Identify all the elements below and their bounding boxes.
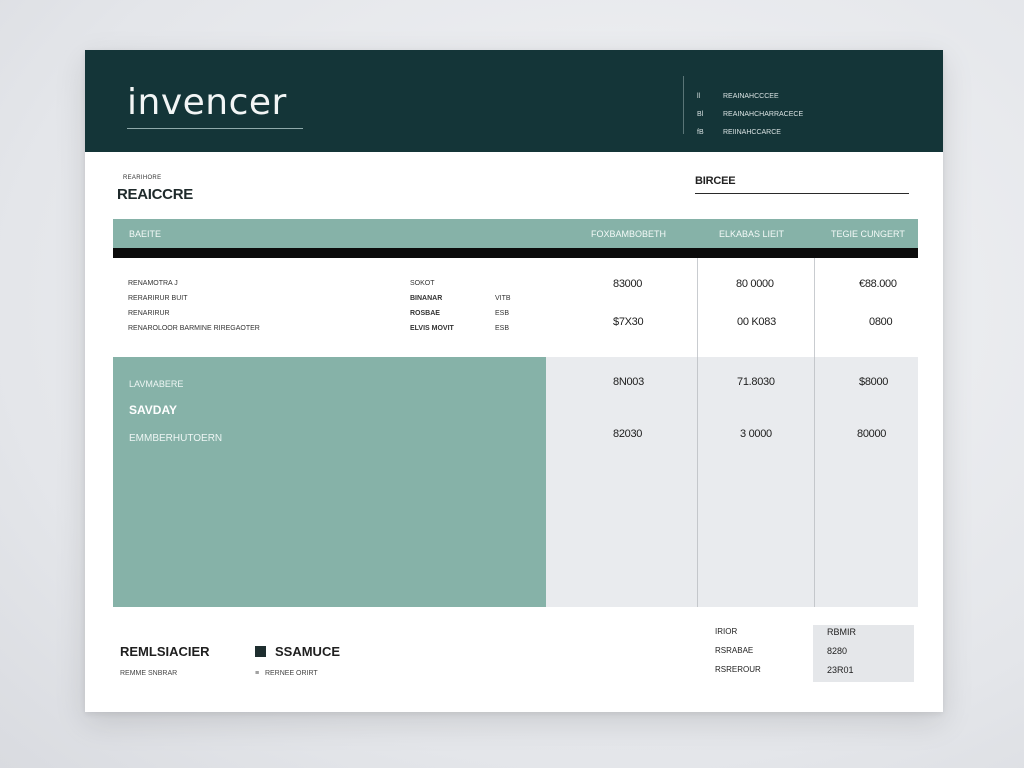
summary-panel: LAVMABERE SAVDAY EMMBERHUTOERN xyxy=(113,357,546,607)
row-value: €88.000 xyxy=(859,278,897,290)
list-item: RERARIRUR BUIT xyxy=(128,295,188,302)
summary-value: $8000 xyxy=(859,376,889,388)
summary-values-panel xyxy=(546,357,918,607)
footer-mid-title: SSAMUCE xyxy=(275,644,341,659)
field-label: BIRCEE xyxy=(695,175,736,187)
invoice-header: invencer ll REAINAHCCCEE Bl REAINAHCHARR… xyxy=(85,50,943,152)
list-item: ROSBAE xyxy=(410,310,440,317)
summary-title: SAVDAY xyxy=(129,403,178,417)
list-item: SOKOT xyxy=(410,280,435,287)
line-item-qty: VITB ESB ESB xyxy=(495,276,511,336)
row-value: 83000 xyxy=(613,278,643,290)
row-value: 80 0000 xyxy=(736,278,774,290)
table-header: BAEITE FOXBAMBOBETH ELKABAS LIEIT TEGIE … xyxy=(113,219,918,248)
list-item: ELVIS MOVIT xyxy=(410,325,454,332)
table-header-bar xyxy=(113,248,918,258)
footer-mid-subtitle: ≡ RERNEE ORIRT xyxy=(255,670,318,677)
footer-title: REMLSIACIER xyxy=(120,644,210,659)
totals-value: RBMIR xyxy=(827,627,856,637)
row-value: 0800 xyxy=(869,316,893,328)
line-item-codes: SOKOT BINANAR ROSBAE ELVIS MOVIT xyxy=(410,276,454,336)
totals-value: 23R01 xyxy=(827,665,854,675)
brand-logo: invencer xyxy=(127,82,287,123)
document-small-label: REARIHORE xyxy=(123,175,162,181)
summary-value: 3 0000 xyxy=(740,428,772,440)
column-header: BAEITE xyxy=(129,229,162,239)
line-item-descriptions: RENAMOTRA J RERARIRUR BUIT RENARIRUR REN… xyxy=(128,276,260,336)
column-divider xyxy=(814,357,815,607)
header-divider xyxy=(683,76,684,134)
header-info: ll REAINAHCCCEE Bl REAINAHCHARRACECE fB … xyxy=(697,88,803,142)
menu-icon: ≡ xyxy=(255,670,260,677)
list-item: RENAMOTRA J xyxy=(128,280,178,287)
row-value: $7X30 xyxy=(613,316,644,328)
column-header: FOXBAMBOBETH xyxy=(591,229,667,239)
row-value: 00 K083 xyxy=(737,316,776,328)
summary-value: 80000 xyxy=(857,428,887,440)
header-info-row: ll REAINAHCCCEE xyxy=(697,93,779,100)
field-input-line[interactable] xyxy=(695,193,909,194)
list-item: ESB xyxy=(495,325,510,332)
list-item: RENAROLOOR BARMINE RIREGAOTER xyxy=(128,325,260,332)
summary-note: EMMBERHUTOERN xyxy=(129,433,223,444)
totals-label: RSRABAE xyxy=(715,646,754,655)
list-item xyxy=(495,276,511,291)
header-info-row: Bl REAINAHCHARRACECE xyxy=(697,111,804,118)
list-item: BINANAR xyxy=(410,295,443,302)
brand-underline xyxy=(127,128,303,129)
square-icon xyxy=(255,646,266,657)
list-item: ESB xyxy=(495,310,510,317)
footer-subtitle: REMME SNBRAR xyxy=(120,670,178,677)
column-header: TEGIE CUNGERT xyxy=(831,229,905,239)
list-item: RENARIRUR xyxy=(128,310,170,317)
totals-label: RSREROUR xyxy=(715,665,761,674)
summary-value: 71.8030 xyxy=(737,376,775,388)
summary-value: 82030 xyxy=(613,428,643,440)
list-item: VITB xyxy=(495,295,511,302)
document-title: REAICCRE xyxy=(117,186,193,203)
totals-label: IRIOR xyxy=(715,627,738,636)
summary-label: LAVMABERE xyxy=(129,379,184,389)
totals-value: 8280 xyxy=(827,646,848,656)
header-info-row: fB REIINAHCCARCE xyxy=(697,129,781,136)
summary-value: 8N003 xyxy=(613,376,644,388)
column-divider xyxy=(697,357,698,607)
invoice-sheet: invencer ll REAINAHCCCEE Bl REAINAHCHARR… xyxy=(85,50,943,712)
column-header: ELKABAS LIEIT xyxy=(719,229,785,239)
